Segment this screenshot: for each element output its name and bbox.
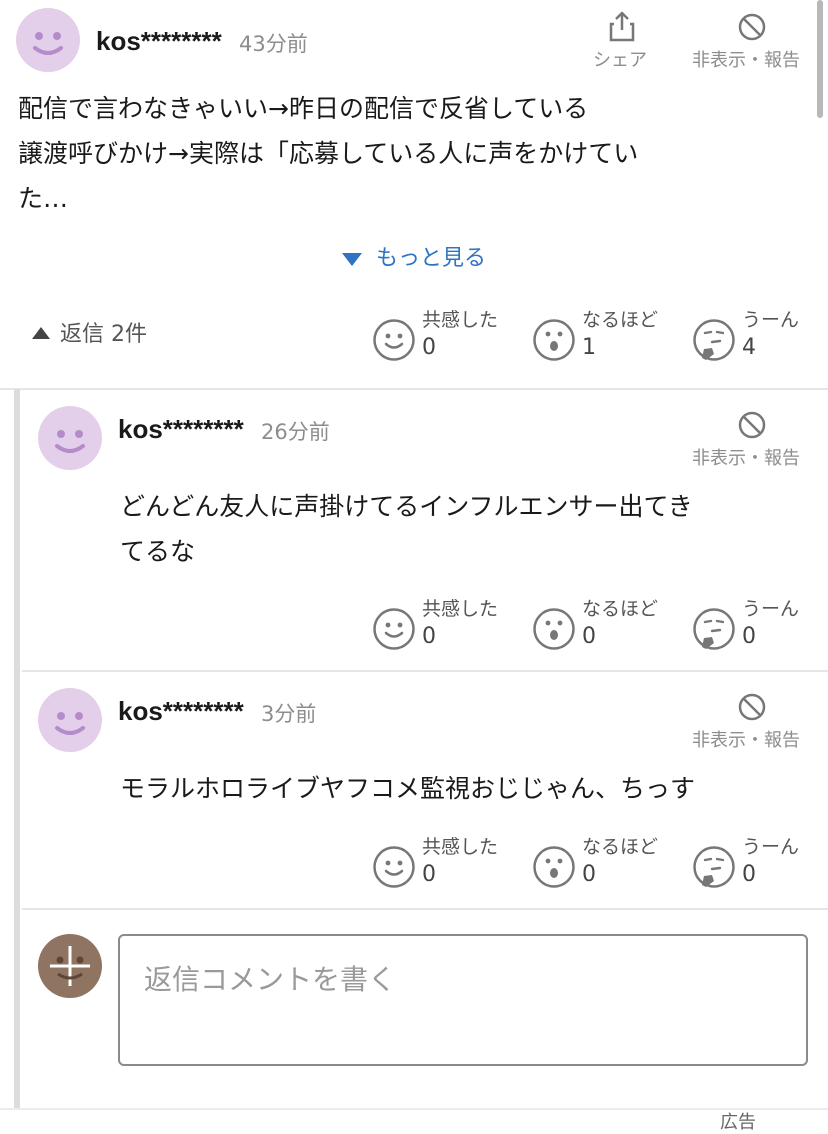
reaction-label: なるほど: [582, 598, 659, 620]
reaction-empathy-button[interactable]: 共感した 0: [372, 598, 512, 662]
comment-text: どんどん友人に声掛けてるインフルエンサー出てき てるな: [120, 484, 810, 574]
reaction-count: 4: [742, 335, 756, 360]
caret-down-icon: [342, 252, 362, 266]
hide-report-label: 非表示・報告: [692, 730, 800, 751]
smile-face-icon: [373, 319, 415, 361]
share-label: シェア: [593, 50, 647, 71]
smile-face-icon: [373, 608, 415, 650]
replies-count-label: 返信 2件: [60, 322, 147, 347]
reaction-count: 0: [422, 862, 436, 887]
reaction-insight-button[interactable]: なるほど 0: [532, 598, 672, 662]
reaction-insight-button[interactable]: なるほど 0: [532, 836, 672, 900]
surprised-face-icon: [533, 608, 575, 650]
surprised-face-icon: [533, 846, 575, 888]
reaction-count: 1: [582, 335, 596, 360]
comment-text: 配信で言わなきゃいい→昨日の配信で反省している 譲渡呼びかけ→実際は「応募してい…: [18, 86, 808, 221]
reaction-insight-button[interactable]: なるほど 1: [532, 309, 672, 373]
username[interactable]: kos********: [118, 414, 244, 445]
smiley-avatar-icon: [55, 712, 85, 735]
timestamp: 3分前: [261, 702, 317, 726]
reaction-label: なるほど: [582, 836, 659, 858]
show-more-link[interactable]: もっと見る: [342, 240, 486, 272]
smile-face-icon: [373, 846, 415, 888]
user-face-icon: [50, 946, 90, 986]
divider: [22, 670, 828, 672]
hide-report-button[interactable]: 非表示・報告: [692, 408, 814, 470]
thread-line: [14, 389, 20, 1110]
avatar[interactable]: [16, 8, 80, 72]
reply-comment-input[interactable]: [118, 934, 808, 1066]
prohibit-icon: [738, 693, 766, 721]
thinking-face-icon: [693, 319, 735, 361]
hide-report-button[interactable]: 非表示・報告: [692, 10, 814, 72]
timestamp: 26分前: [261, 420, 330, 444]
divider: [0, 388, 828, 390]
reaction-count: 0: [582, 862, 596, 887]
scrollbar[interactable]: [817, 0, 823, 118]
reaction-hmm-button[interactable]: うーん 0: [692, 598, 828, 662]
reaction-empathy-button[interactable]: 共感した 0: [372, 836, 512, 900]
hide-report-label: 非表示・報告: [692, 448, 800, 469]
reaction-count: 0: [742, 862, 756, 887]
reaction-label: 共感した: [422, 309, 499, 331]
share-button[interactable]: シェア: [588, 10, 658, 72]
comment-line: どんどん友人に声掛けてるインフルエンサー出てき: [120, 492, 693, 521]
reaction-label: 共感した: [422, 836, 499, 858]
reaction-count: 0: [582, 624, 596, 649]
comment-line: 配信で言わなきゃいい→昨日の配信で反省している: [18, 94, 589, 123]
prohibit-icon: [738, 411, 766, 439]
username[interactable]: kos********: [118, 696, 244, 727]
reaction-label: なるほど: [582, 309, 659, 331]
reaction-count: 0: [742, 624, 756, 649]
reaction-label: うーん: [742, 309, 800, 331]
thinking-face-icon: [693, 846, 735, 888]
divider: [22, 908, 828, 910]
reaction-hmm-button[interactable]: うーん 4: [692, 309, 828, 373]
comment-line: モラルホロライブヤフコメ監視おじじゃん、ちっす: [120, 774, 696, 803]
comment-line: てるな: [120, 537, 196, 566]
smiley-avatar-icon: [55, 430, 85, 453]
surprised-face-icon: [533, 319, 575, 361]
hide-report-button[interactable]: 非表示・報告: [692, 690, 814, 752]
show-more-label: もっと見る: [376, 246, 487, 271]
username[interactable]: kos********: [96, 26, 222, 57]
ad-label: 広告: [720, 1112, 756, 1133]
reaction-empathy-button[interactable]: 共感した 0: [372, 309, 512, 373]
avatar[interactable]: [38, 406, 102, 470]
avatar[interactable]: [38, 688, 102, 752]
comment-text: モラルホロライブヤフコメ監視おじじゃん、ちっす: [120, 766, 810, 811]
caret-up-icon: [32, 327, 50, 339]
comment-line: 譲渡呼びかけ→実際は「応募している人に声をかけてい: [18, 139, 639, 168]
timestamp: 43分前: [239, 32, 308, 56]
reaction-label: うーん: [742, 598, 800, 620]
divider: [0, 1108, 828, 1110]
reaction-label: 共感した: [422, 598, 499, 620]
hide-report-label: 非表示・報告: [692, 50, 800, 71]
comment-line: た…: [18, 184, 69, 213]
prohibit-icon: [738, 13, 766, 41]
reaction-count: 0: [422, 335, 436, 360]
reaction-label: うーん: [742, 836, 800, 858]
current-user-avatar: [38, 934, 102, 998]
reaction-hmm-button[interactable]: うーん 0: [692, 836, 828, 900]
replies-toggle-button[interactable]: 返信 2件: [32, 316, 147, 348]
thinking-face-icon: [693, 608, 735, 650]
reaction-count: 0: [422, 624, 436, 649]
share-icon: [609, 11, 635, 42]
smiley-avatar-icon: [33, 32, 63, 55]
